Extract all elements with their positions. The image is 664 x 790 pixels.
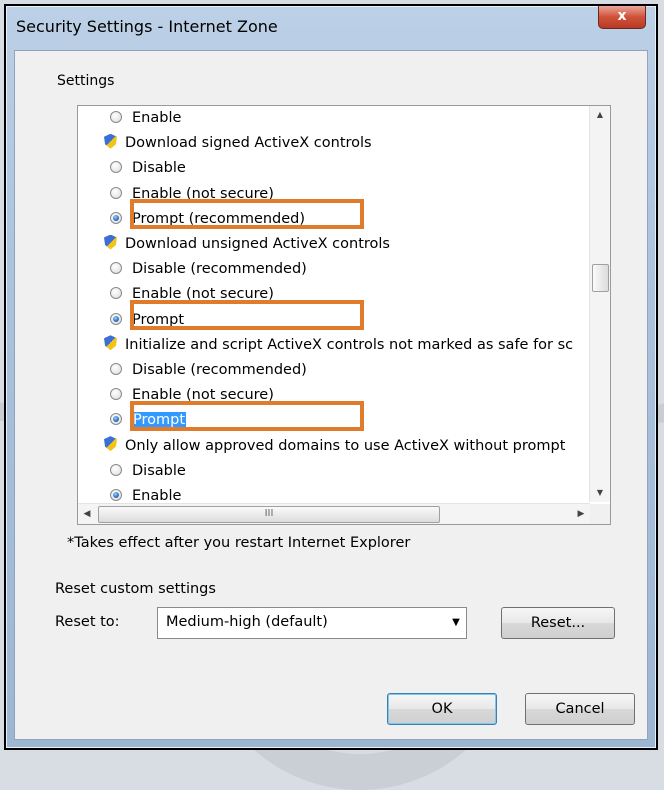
setting-option[interactable]: Disable [110, 156, 186, 180]
restart-note: *Takes effect after you restart Internet… [67, 535, 411, 551]
shield-icon [104, 335, 117, 351]
scrollbar-corner [590, 504, 610, 524]
reset-level-value: Medium-high (default) [166, 614, 328, 630]
radio-unchecked-icon[interactable] [110, 388, 122, 401]
reset-group-label: Reset custom settings [55, 581, 216, 597]
security-settings-dialog: Security Settings - Internet Zone x Sett… [4, 4, 658, 750]
radio-unchecked-icon[interactable] [110, 111, 122, 123]
dropdown-arrow-icon[interactable]: ▼ [446, 608, 466, 638]
setting-label: Disable (recommended) [132, 362, 307, 378]
radio-checked-icon[interactable] [110, 413, 122, 426]
cancel-button[interactable]: Cancel [525, 693, 635, 725]
radio-unchecked-icon[interactable] [110, 186, 122, 199]
reset-button[interactable]: Reset... [501, 607, 615, 639]
settings-group-label: Settings [57, 73, 115, 89]
radio-unchecked-icon[interactable] [110, 161, 122, 174]
setting-category: Initialize and script ActiveX controls n… [104, 333, 573, 357]
radio-checked-icon[interactable] [110, 211, 122, 224]
scroll-up-arrow-icon[interactable]: ▲ [590, 106, 610, 124]
vertical-scrollbar[interactable]: ▲ ▼ [589, 106, 610, 502]
annotation-highlight-box [130, 401, 364, 431]
radio-unchecked-icon[interactable] [110, 262, 122, 275]
setting-label: Download signed ActiveX controls [125, 135, 372, 152]
setting-label: Disable (recommended) [132, 261, 307, 278]
setting-category: Download unsigned ActiveX controls [104, 232, 390, 256]
close-button[interactable]: x [598, 6, 646, 29]
setting-label: Disable [132, 462, 186, 479]
ok-button[interactable]: OK [387, 693, 497, 725]
horizontal-scrollbar[interactable]: ◀ III ▶ [78, 503, 590, 524]
radio-unchecked-icon[interactable] [110, 287, 122, 300]
vertical-scroll-thumb[interactable] [592, 264, 609, 292]
dialog-client-area: Settings Enable Download signed ActiveX c… [14, 50, 648, 740]
setting-label: Disable [132, 160, 186, 177]
annotation-highlight-box [130, 199, 364, 229]
scroll-right-arrow-icon[interactable]: ▶ [572, 504, 590, 524]
setting-label: Enable [132, 110, 182, 126]
setting-option[interactable]: Disable (recommended) [110, 358, 307, 382]
setting-label: Enable [132, 488, 182, 502]
setting-option[interactable]: Enable [110, 106, 181, 130]
radio-checked-icon[interactable] [110, 489, 122, 501]
radio-checked-icon[interactable] [110, 312, 122, 325]
window-title: Security Settings - Internet Zone [16, 17, 278, 36]
setting-option[interactable]: Enable [110, 484, 181, 502]
radio-unchecked-icon[interactable] [110, 463, 122, 476]
setting-category: Download signed ActiveX controls [104, 131, 372, 155]
setting-category: Only allow approved domains to use Activ… [104, 434, 565, 458]
settings-list-content: Enable Download signed ActiveX controls Di… [78, 106, 590, 502]
setting-option[interactable]: Disable [110, 459, 186, 483]
setting-option[interactable]: Disable (recommended) [110, 257, 307, 281]
shield-icon [104, 234, 117, 250]
radio-unchecked-icon[interactable] [110, 363, 122, 375]
setting-label: Download unsigned ActiveX controls [125, 236, 390, 252]
setting-label: Only allow approved domains to use Activ… [125, 437, 566, 454]
reset-to-label: Reset to: [55, 614, 120, 630]
title-bar[interactable]: Security Settings - Internet Zone x [6, 6, 656, 50]
setting-label: Initialize and script ActiveX controls n… [125, 336, 574, 353]
reset-level-select[interactable]: Medium-high (default) ▼ [157, 607, 467, 639]
shield-icon [104, 133, 117, 149]
scroll-left-arrow-icon[interactable]: ◀ [78, 504, 96, 524]
horizontal-scroll-thumb[interactable]: III [98, 506, 440, 523]
shield-icon [104, 436, 117, 452]
settings-list[interactable]: Enable Download signed ActiveX controls Di… [77, 105, 611, 525]
scroll-down-arrow-icon[interactable]: ▼ [590, 484, 610, 502]
annotation-highlight-box [130, 300, 364, 330]
